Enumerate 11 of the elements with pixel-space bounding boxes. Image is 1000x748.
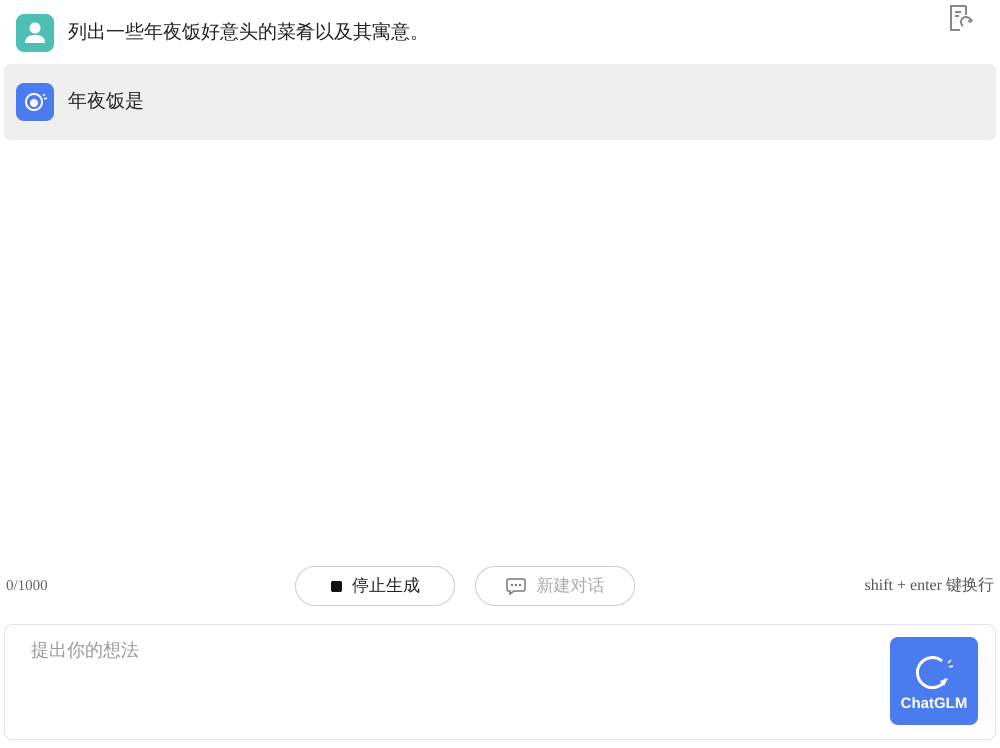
character-counter: 0/1000 bbox=[6, 576, 49, 596]
assistant-avatar-icon bbox=[16, 83, 54, 121]
message-input-field[interactable]: 提出你的想法 bbox=[31, 637, 890, 664]
chat-bubble-icon bbox=[506, 577, 526, 595]
stop-generating-button[interactable]: 停止生成 bbox=[295, 566, 456, 606]
send-button[interactable]: ChatGLM bbox=[890, 637, 978, 725]
stop-icon bbox=[330, 580, 342, 592]
line-break-hint: shift + enter 键换行 bbox=[864, 576, 994, 596]
message-text: 年夜饭是 bbox=[68, 90, 144, 114]
message-text: 列出一些年夜饭好意头的菜肴以及其寓意。 bbox=[68, 20, 429, 45]
user-avatar-icon bbox=[16, 14, 54, 52]
